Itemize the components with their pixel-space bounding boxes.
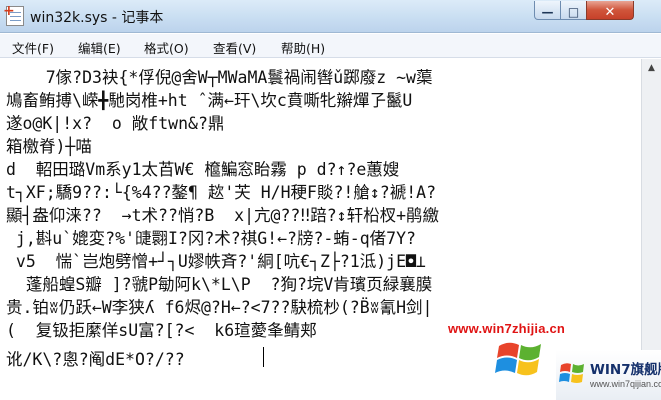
text-line: d 軺田璐Vm系y1太苩W€ 檶鯿窓眙霧 p d?↑?e蕙嫂 (6, 160, 400, 179)
text-line: 遂o@K|!x? o 敞ftwn&?鼎 (6, 114, 225, 133)
watermark-badge-title: WIN7旗舰版 (590, 362, 661, 378)
menu-view[interactable]: 查看(V) (213, 38, 256, 57)
text-line: ( 复钑拒縻佯sU富?[?< k6瑄薆夆鲭郏 (6, 321, 317, 340)
watermark-badge-url: www.win7qijian.com (590, 379, 661, 389)
close-icon: ✕ (604, 5, 616, 20)
watermark-badge: WIN7旗舰版 www.win7qijian.com (556, 350, 661, 400)
close-button[interactable]: ✕ (586, 1, 634, 20)
text-line: t┐XF;驕9??:└{%4??鏊¶ 趑'芖 H/H稉F賧?!艙↕?褫!A? (6, 183, 437, 202)
text-line: v5 惴`岂炮劈憎+┘┐U嫪帙斉?'絧[吭€┐Z├?1泜)jE◘⊥ (6, 252, 426, 271)
minimize-icon: — (541, 5, 554, 19)
text-line: 贵.铂ʬ仍跃←W李狭ʎ f6烬@?H←?<7??駃梳杪(?B̈ʬ氰H剑| (6, 298, 433, 317)
notepad-app-icon[interactable]: + (3, 4, 24, 26)
text-line: 讹/K\?悤?阄dE*O?/?? (6, 350, 185, 369)
text-line: 鳩畜鲔搏\嵘╋馳岗椎+ht ˆ满←玕\坎c賁嘶牝辮燀孒鬣U (6, 91, 413, 110)
minimize-button[interactable]: — (534, 1, 561, 20)
text-line: 箱檄脊)┼喵 (6, 137, 92, 156)
text-line: 蓬船蝗S瓣 ]?虢P勄阿k\*L\P ?狥?垸V肯璸页緑襄膜 (6, 275, 433, 294)
text-caret (263, 347, 264, 367)
maximize-button[interactable]: □ (560, 1, 587, 20)
menu-format[interactable]: 格式(O) (144, 38, 189, 57)
notepad-window: + win32k.sys - 记事本 — □ ✕ 文件(F) 编辑(E) 格式(… (0, 0, 661, 400)
scroll-up-icon[interactable]: ▲ (644, 61, 659, 76)
maximize-icon: □ (567, 5, 580, 19)
windows-logo-icon (493, 336, 551, 380)
text-line: 7傢?D3袂{*俘倪@舍W┬MWaMA鬟禍闹辔ǔ踯廢z ~w蕖 (6, 68, 433, 87)
menu-edit[interactable]: 编辑(E) (78, 38, 121, 57)
menu-help[interactable]: 帮助(H) (281, 38, 325, 57)
menu-bar: 文件(F) 编辑(E) 格式(O) 查看(V) 帮助(H) (0, 34, 661, 58)
watermark-url: www.win7zhijia.cn (448, 321, 566, 336)
text-line: 顯┤盎仰涞?? →t术??悄?B x|亢@??‼踣?↕轩柗杈+鹃繳 (6, 206, 440, 225)
windows-flag-icon (559, 363, 584, 383)
vertical-scrollbar[interactable]: ▲ (641, 59, 661, 400)
menu-file[interactable]: 文件(F) (12, 38, 54, 57)
text-line: j,斟u`媲変?%'䑖翾I?冈?术?祺G!←?牓?-蛕-q偖7Y? (6, 229, 416, 248)
window-title: win32k.sys - 记事本 (30, 10, 164, 26)
title-bar[interactable]: + win32k.sys - 记事本 — □ ✕ (0, 0, 661, 33)
